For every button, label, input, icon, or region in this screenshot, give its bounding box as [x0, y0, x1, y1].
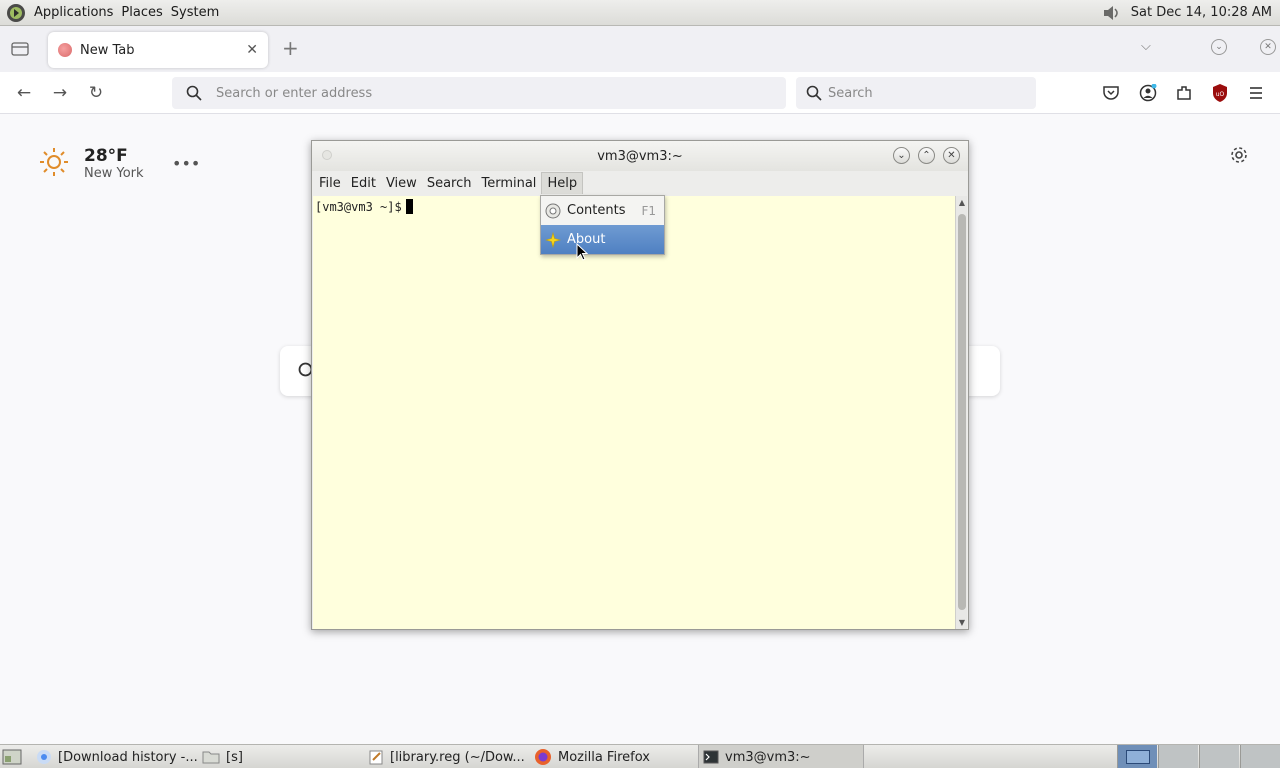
sun-icon	[40, 148, 68, 176]
new-tab-plus-icon[interactable]: +	[282, 36, 299, 60]
search-icon	[806, 85, 822, 101]
shell-prompt: [vm3@vm3 ~]$	[315, 200, 402, 214]
account-icon[interactable]	[1139, 84, 1157, 102]
workspace-1[interactable]	[1117, 745, 1157, 768]
text-editor-icon	[369, 750, 383, 765]
terminal-icon	[703, 750, 719, 764]
scrollbar-thumb[interactable]	[958, 214, 966, 610]
pocket-icon[interactable]	[1102, 84, 1120, 102]
hamburger-menu-icon[interactable]	[1248, 85, 1264, 101]
search-bar[interactable]: Search	[796, 77, 1036, 109]
tab-strip: New Tab ✕ + ⌵ ⌄ ✕	[0, 26, 1280, 72]
close-window-icon[interactable]: ✕	[1260, 39, 1276, 55]
search-placeholder: Search	[828, 85, 873, 101]
terminal-menubar: File Edit View Search Terminal Help	[312, 171, 968, 195]
menu-help[interactable]: Help	[541, 172, 584, 194]
help-contents-label: Contents	[567, 203, 626, 218]
close-icon[interactable]: ✕	[943, 147, 960, 164]
show-desktop-icon[interactable]	[2, 749, 22, 765]
about-star-icon	[545, 231, 561, 248]
firefox-icon	[535, 749, 551, 765]
folder-icon	[202, 751, 220, 764]
mouse-pointer-icon	[576, 243, 588, 261]
ublock-shield-icon[interactable]: uO	[1211, 83, 1229, 103]
scroll-up-arrow-icon[interactable]: ▲	[956, 198, 968, 207]
menu-terminal[interactable]: Terminal	[476, 173, 541, 194]
help-about-item[interactable]: About	[541, 225, 664, 254]
url-bar[interactable]: Search or enter address	[172, 77, 786, 109]
clock[interactable]: Sat Dec 14, 10:28 AM	[1131, 5, 1272, 20]
places-menu[interactable]: Places	[117, 5, 166, 20]
list-tabs-chevron-icon[interactable]: ⌵	[1141, 39, 1151, 54]
settings-gear-icon[interactable]	[1228, 144, 1250, 166]
gnome-foot-icon[interactable]	[6, 3, 26, 23]
forward-arrow-icon[interactable]: →	[49, 82, 71, 104]
weather-more-options-icon[interactable]: •••	[172, 154, 200, 173]
taskbar-item-label: vm3@vm3:~	[725, 749, 811, 765]
extensions-icon[interactable]	[1175, 84, 1193, 102]
url-placeholder: Search or enter address	[216, 85, 373, 101]
minimize-window-icon[interactable]: ⌄	[1211, 39, 1227, 55]
terminal-scrollbar[interactable]: ▲ ▼	[955, 196, 967, 629]
volume-icon[interactable]	[1101, 2, 1123, 24]
weather-temperature: 28°F	[84, 146, 128, 166]
taskbar-item-label: [Download history -...	[58, 749, 198, 765]
weather-widget[interactable]: 28°F New York	[38, 146, 144, 181]
back-arrow-icon[interactable]: ←	[13, 82, 35, 104]
workspace-4[interactable]	[1240, 745, 1280, 768]
taskbar-library-reg[interactable]: [library.reg (~/Dow...	[368, 745, 528, 768]
taskbar-item-label: [s]	[226, 749, 243, 765]
chrome-icon	[37, 750, 51, 764]
top-panel: Applications Places System Sat Dec 14, 1…	[0, 0, 1280, 26]
taskbar-item-label: [library.reg (~/Dow...	[390, 749, 525, 765]
weather-city: New York	[84, 166, 144, 181]
workspace-window-thumb	[1126, 750, 1150, 764]
menu-file[interactable]: File	[314, 173, 346, 194]
close-tab-icon[interactable]: ✕	[246, 42, 258, 58]
maximize-icon[interactable]: ⌃	[918, 147, 935, 164]
taskbar-firefox[interactable]: Mozilla Firefox	[534, 745, 694, 768]
terminal-title: vm3@vm3:~	[597, 148, 683, 164]
window-menu-icon[interactable]	[322, 150, 332, 160]
firefox-view-icon[interactable]	[11, 41, 29, 57]
text-cursor	[405, 199, 413, 214]
taskbar-terminal[interactable]: vm3@vm3:~	[698, 745, 864, 768]
menu-edit[interactable]: Edit	[346, 173, 381, 194]
minimize-icon[interactable]: ⌄	[893, 147, 910, 164]
tab-title: New Tab	[80, 42, 135, 58]
scroll-down-arrow-icon[interactable]: ▼	[956, 618, 968, 627]
taskbar-download-history[interactable]: [Download history -...	[36, 745, 200, 768]
terminal-titlebar[interactable]: vm3@vm3:~ ⌄ ⌃ ✕	[312, 141, 968, 171]
terminal-output[interactable]: [vm3@vm3 ~]$	[313, 196, 956, 629]
help-lifebuoy-icon	[545, 203, 561, 218]
applications-menu[interactable]: Applications	[30, 5, 117, 20]
menu-view[interactable]: View	[381, 173, 422, 194]
taskbar-item-label: Mozilla Firefox	[558, 749, 650, 765]
bottom-taskbar: [Download history -... [s] [library.reg …	[0, 744, 1280, 768]
nav-bar: ← → ↻ Search or enter address Search uO	[0, 72, 1280, 114]
tab-new-tab[interactable]: New Tab ✕	[48, 32, 268, 68]
menu-search[interactable]: Search	[422, 173, 477, 194]
svg-text:uO: uO	[1216, 91, 1225, 98]
workspace-2[interactable]	[1158, 745, 1198, 768]
firefox-tab-icon	[58, 43, 72, 57]
help-contents-shortcut: F1	[641, 203, 656, 218]
search-icon	[186, 85, 202, 101]
reload-icon[interactable]: ↻	[85, 82, 107, 104]
system-menu[interactable]: System	[167, 5, 223, 20]
workspace-3[interactable]	[1199, 745, 1239, 768]
help-contents-item[interactable]: Contents F1	[541, 196, 664, 225]
taskbar-folder-s[interactable]: [s]	[202, 745, 362, 768]
help-dropdown-menu: Contents F1 About	[540, 195, 665, 255]
